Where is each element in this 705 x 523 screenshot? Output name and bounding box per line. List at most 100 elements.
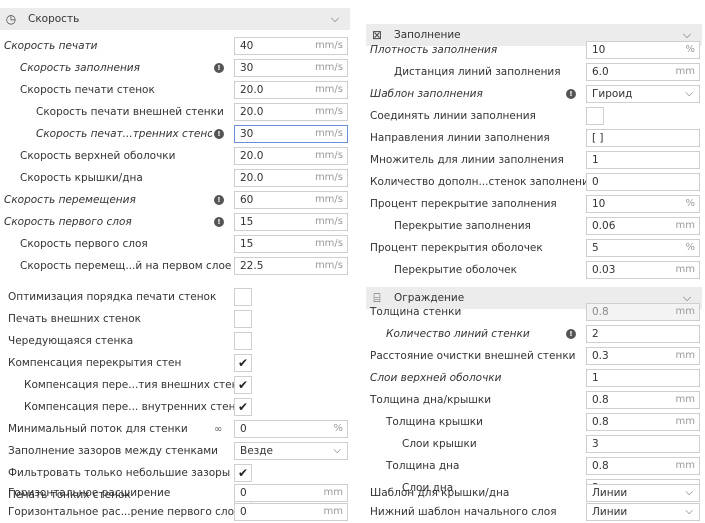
infill-row-directions: Направления линии заполнения [ ] — [366, 128, 702, 149]
skin-overlap-percent-input[interactable]: 5% — [586, 239, 700, 257]
infill-overlap-percent-input[interactable]: 10% — [586, 195, 700, 213]
shell-row-top-thickness: Толщина крышки 0.8 mm — [366, 412, 702, 433]
setting-label: Расстояние очистки внешней стенки — [370, 350, 576, 362]
first-layer-speed-input[interactable]: 15 mm/s — [234, 235, 348, 253]
connect-infill-checkbox[interactable] — [586, 107, 604, 125]
top-bottom-speed-input[interactable]: 20.0 mm/s — [234, 169, 348, 187]
field-value: 3 — [592, 438, 599, 450]
field-value: 20.0 — [240, 172, 264, 184]
first-layer-travel-input[interactable]: 22.5 mm/s — [234, 257, 348, 275]
field-value: [ ] — [592, 132, 604, 144]
unit-label: % — [685, 44, 695, 55]
info-icon[interactable]: ! — [566, 89, 576, 99]
setting-label: Скорость крышки/дна — [20, 172, 143, 184]
unit-label: % — [685, 198, 695, 209]
infill-row-overlap: Перекрытие заполнения 0.06 mm — [366, 216, 702, 237]
wall-row-fill-gaps: Заполнение зазоров между стенками Везде ⌵ — [0, 441, 350, 462]
setting-label: Компенсация пере...тия внешних стен — [24, 379, 239, 391]
bottom-thickness-input[interactable]: 0.8 mm — [586, 457, 700, 475]
fill-gaps-dropdown[interactable]: Везде ⌵ — [234, 442, 348, 460]
info-icon[interactable]: ! — [214, 217, 224, 227]
inner-wall-speed-input[interactable]: 30 mm/s — [234, 125, 348, 143]
print-outer-walls-checkbox[interactable] — [234, 310, 252, 328]
chevron-down-icon[interactable]: ⌵ — [320, 12, 350, 26]
wipe-distance-input[interactable]: 0.3 mm — [586, 347, 700, 365]
setting-label: Направления линии заполнения — [370, 132, 550, 144]
outer-wall-speed-input[interactable]: 20.0 mm/s — [234, 103, 348, 121]
infill-row-overlap-percent: Процент перекрытие заполнения 10% — [366, 194, 702, 215]
top-layers-input[interactable]: 3 — [586, 435, 700, 453]
speed-row-infill-speed: Скорость заполнения ! 30 mm/s — [0, 58, 350, 79]
infill-density-input[interactable]: 10% — [586, 41, 700, 59]
wall-thickness-input[interactable]: 0.8 mm — [586, 303, 700, 321]
field-value: 10 — [592, 198, 606, 210]
setting-label: Скорость перемещения — [4, 194, 136, 206]
optimize-order-checkbox[interactable] — [234, 288, 252, 306]
shell-row-wall-line-count: Количество линий стенки ! 2 — [366, 324, 702, 345]
setting-label: Перекрытие заполнения — [394, 220, 531, 232]
inner-wall-compensation-checkbox[interactable]: ✔ — [234, 398, 252, 416]
top-bottom-pattern-dropdown[interactable]: Линии ⌵ — [586, 484, 700, 502]
alternate-wall-checkbox[interactable] — [234, 332, 252, 350]
setting-label: Плотность заполнения — [370, 44, 498, 56]
top-skin-speed-input[interactable]: 20.0 mm/s — [234, 147, 348, 165]
infill-directions-input[interactable]: [ ] — [586, 129, 700, 147]
link-icon[interactable]: ∞ — [214, 419, 222, 440]
shell-row-top-bottom-pattern: Шаблон для крышки/дна Линии ⌵ — [366, 483, 702, 504]
infill-line-distance-input[interactable]: 6.0 mm — [586, 63, 700, 81]
unit-label: mm — [323, 506, 343, 517]
wall-speed-input[interactable]: 20.0 mm/s — [234, 81, 348, 99]
wall-line-count-input[interactable]: 2 — [586, 325, 700, 343]
first-layer-expansion-input[interactable]: 0 mm — [234, 503, 348, 521]
field-value: 60 — [240, 194, 254, 206]
field-value: 0.8 — [592, 416, 609, 428]
field-value: 0.3 — [592, 350, 609, 362]
wall-row-filter-gaps: Фильтровать только небольшие зазоры ✔ — [0, 463, 350, 484]
infill-multiplier-input[interactable]: 1 — [586, 151, 700, 169]
field-value: Линии — [592, 506, 628, 518]
travel-speed-input[interactable]: 60 mm/s — [234, 191, 348, 209]
speed-row-wall-speed: Скорость печати стенок 20.0 mm/s — [0, 80, 350, 101]
initial-layer-pattern-dropdown[interactable]: Линии ⌵ — [586, 503, 700, 521]
infill-pattern-dropdown[interactable]: Гироид ⌵ — [586, 85, 700, 103]
infill-speed-input[interactable]: 30 mm/s — [234, 59, 348, 77]
top-bottom-thickness-input[interactable]: 0.8 mm — [586, 391, 700, 409]
wall-row-print-outer: Печать внешних стенок — [0, 309, 350, 330]
horizontal-expansion-input[interactable]: 0 mm — [234, 484, 348, 502]
infill-overlap-input[interactable]: 0.06 mm — [586, 217, 700, 235]
print-speed-input[interactable]: 40 mm/s — [234, 37, 348, 55]
overlap-compensation-checkbox[interactable]: ✔ — [234, 354, 252, 372]
top-thickness-input[interactable]: 0.8 mm — [586, 413, 700, 431]
speed-section-header[interactable]: ◷ Скорость ⌵ — [0, 8, 350, 30]
setting-label: Шаблон для крышки/дна — [370, 487, 510, 499]
shell-row-top-surface-layers: Слои верхней оболочки 1 — [366, 368, 702, 389]
field-value: 30 — [240, 62, 254, 74]
setting-label: Чередующаяся стенка — [8, 335, 134, 347]
wall-row-xy-offset-first-layer: Горизонтальное рас...рение первого слоя … — [0, 502, 350, 523]
outer-wall-compensation-checkbox[interactable]: ✔ — [234, 376, 252, 394]
top-surface-layers-input[interactable]: 1 — [586, 369, 700, 387]
infill-row-extra-walls: Количество дополн...стенок заполнения 0 — [366, 172, 702, 193]
filter-small-gaps-checkbox[interactable]: ✔ — [234, 464, 252, 482]
field-value: 15 — [240, 238, 254, 250]
setting-label: Количество линий стенки — [386, 328, 530, 340]
info-icon[interactable]: ! — [214, 129, 224, 139]
min-wall-flow-input[interactable]: 0% — [234, 420, 348, 438]
unit-label: mm — [675, 66, 695, 77]
unit-label: mm/s — [314, 40, 343, 51]
info-icon[interactable]: ! — [214, 63, 224, 73]
field-value: 0 — [240, 423, 247, 435]
field-value: 0.8 — [592, 460, 609, 472]
infill-extra-walls-input[interactable]: 0 — [586, 173, 700, 191]
field-value: 5 — [592, 242, 599, 254]
setting-label: Горизонтальное рас...рение первого слоя — [8, 506, 241, 518]
skin-overlap-input[interactable]: 0.03 mm — [586, 261, 700, 279]
first-layer-speed-group-input[interactable]: 15 mm/s — [234, 213, 348, 231]
setting-label: Процент перекрытие заполнения — [370, 198, 557, 210]
info-icon[interactable]: ! — [566, 329, 576, 339]
info-icon[interactable]: ! — [214, 195, 224, 205]
unit-label: mm/s — [314, 260, 343, 271]
speed-row-first-layer-travel: Скорость перемещ...й на первом слое 22.5… — [0, 256, 350, 277]
unit-label: mm/s — [314, 128, 343, 139]
chevron-down-icon: ⌵ — [685, 506, 693, 517]
